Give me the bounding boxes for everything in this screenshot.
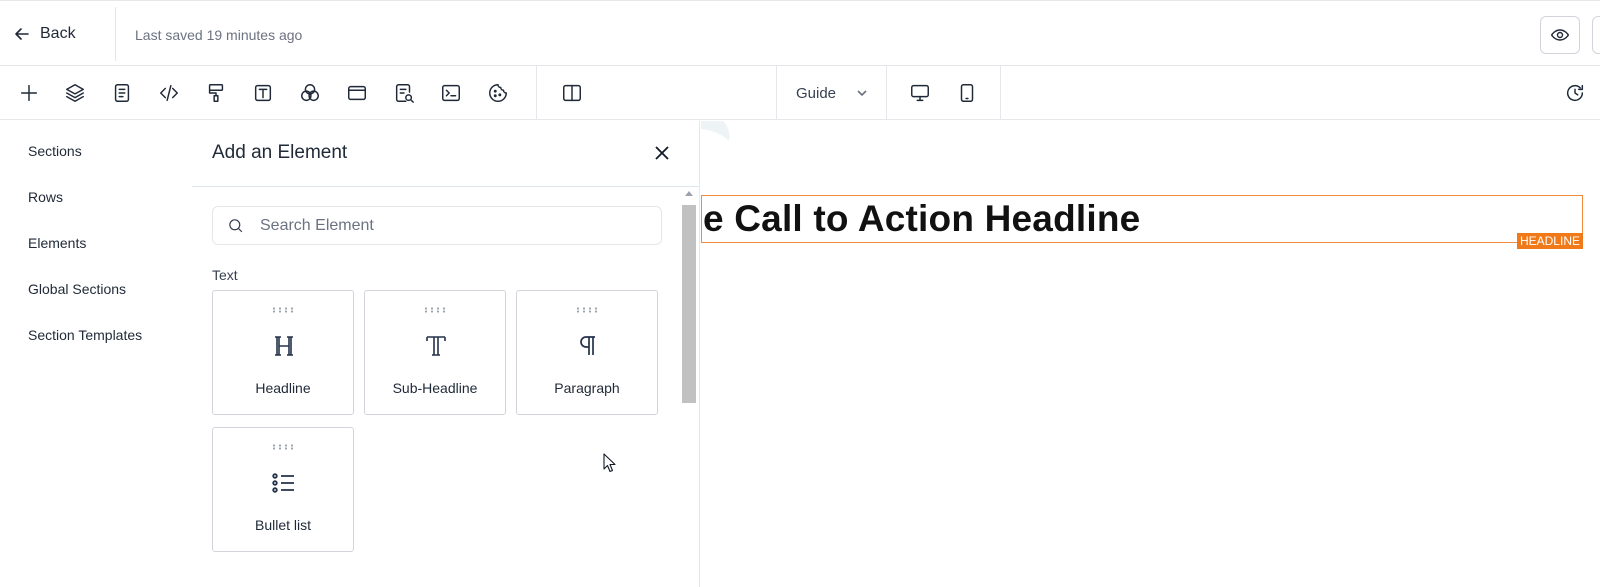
paint-roller-icon [208, 84, 224, 102]
element-card-paragraph[interactable]: Paragraph [516, 290, 658, 415]
decoration-shape [701, 121, 730, 141]
headline-text[interactable]: e Call to Action Headline [703, 198, 1140, 240]
back-button[interactable]: Back [14, 23, 76, 45]
headline-icon [269, 331, 299, 361]
chevron-down-icon [857, 90, 867, 97]
layout-button[interactable] [342, 78, 372, 108]
bullet-list-icon [269, 468, 299, 498]
add-element-button[interactable] [14, 78, 44, 108]
drag-handle-icon [576, 307, 598, 313]
text-box-icon [254, 84, 272, 102]
close-panel-button[interactable] [650, 141, 674, 165]
scroll-up-arrow-icon[interactable] [685, 191, 693, 196]
group-label-text: Text [212, 267, 238, 283]
last-saved-status: Last saved 19 minutes ago [135, 27, 303, 43]
divider [536, 66, 537, 120]
element-card-headline[interactable]: Headline [212, 290, 354, 415]
element-card-sub-headline[interactable]: Sub-Headline [364, 290, 506, 415]
search-icon [229, 219, 243, 233]
drag-handle-icon [272, 444, 294, 450]
split-view-icon [563, 84, 581, 102]
card-label: Bullet list [254, 517, 312, 533]
preview-button[interactable] [1540, 16, 1580, 54]
drag-handle-icon [272, 307, 294, 313]
layers-icon [66, 84, 84, 102]
terminal-icon [442, 84, 460, 102]
styles-button[interactable] [201, 78, 231, 108]
colors-button[interactable] [295, 78, 325, 108]
element-card-bullet-list[interactable]: Bullet list [212, 427, 354, 552]
mouse-cursor-icon [603, 453, 616, 473]
code-icon [160, 84, 178, 102]
back-label: Back [40, 25, 76, 42]
selected-headline-element[interactable]: e Call to Action Headline HEADLINE [701, 195, 1583, 249]
text-button[interactable] [248, 78, 278, 108]
guide-label: Guide [796, 84, 837, 102]
search-page-icon [395, 84, 414, 103]
add-element-panel: Add an Element Text Headline [192, 121, 700, 587]
sub-headline-icon [421, 331, 451, 361]
divider [115, 7, 116, 61]
divider [776, 66, 777, 120]
sidebar-item-global-sections[interactable]: Global Sections [28, 281, 126, 297]
scripts-button[interactable] [436, 78, 466, 108]
seo-button[interactable] [389, 78, 419, 108]
cookie-icon [489, 84, 507, 102]
history-button[interactable] [1560, 78, 1590, 108]
history-icon [1566, 84, 1584, 102]
editor-canvas: e Call to Action Headline HEADLINE [701, 121, 1600, 587]
divider [886, 66, 887, 120]
sidebar-item-elements[interactable]: Elements [28, 235, 86, 251]
layers-button[interactable] [60, 78, 90, 108]
desktop-view-button[interactable] [905, 78, 935, 108]
mobile-view-button[interactable] [952, 78, 982, 108]
panel-scrollbar[interactable] [682, 191, 696, 587]
code-button[interactable] [154, 78, 184, 108]
page-icon [114, 84, 130, 102]
layout-icon [348, 85, 366, 101]
close-icon [655, 146, 669, 160]
sidebar-item-rows[interactable]: Rows [28, 189, 63, 205]
card-label: Paragraph [554, 380, 620, 396]
card-label: Sub-Headline [392, 380, 478, 396]
cookie-button[interactable] [483, 78, 513, 108]
page-builder: Back Last saved 19 minutes ago Guide Sec… [0, 0, 1600, 587]
search-input[interactable] [260, 216, 640, 235]
element-type-badge: HEADLINE [1516, 233, 1583, 249]
eye-icon [1550, 29, 1570, 41]
pages-button[interactable] [107, 78, 137, 108]
guide-dropdown[interactable]: Guide [796, 82, 868, 104]
more-button[interactable] [1592, 16, 1600, 54]
desktop-icon [911, 84, 929, 102]
toolbar: Guide [0, 66, 1600, 120]
paragraph-icon [573, 331, 603, 361]
top-bar: Back Last saved 19 minutes ago [0, 0, 1600, 66]
panel-title: Add an Element [212, 142, 348, 163]
drag-handle-icon [424, 307, 446, 313]
panel-header: Add an Element [192, 121, 700, 187]
card-label: Headline [255, 380, 311, 396]
split-view-button[interactable] [557, 78, 587, 108]
search-field [212, 206, 662, 245]
divider [1000, 66, 1001, 120]
left-sidebar: Sections Rows Elements Global Sections S… [0, 121, 192, 587]
mobile-icon [960, 84, 974, 102]
sidebar-item-sections[interactable]: Sections [28, 143, 82, 159]
sidebar-item-section-templates[interactable]: Section Templates [28, 327, 142, 343]
scrollbar-thumb[interactable] [682, 205, 696, 403]
arrow-left-icon [15, 28, 29, 40]
add-icon [20, 84, 38, 102]
color-circles-icon [301, 84, 319, 102]
